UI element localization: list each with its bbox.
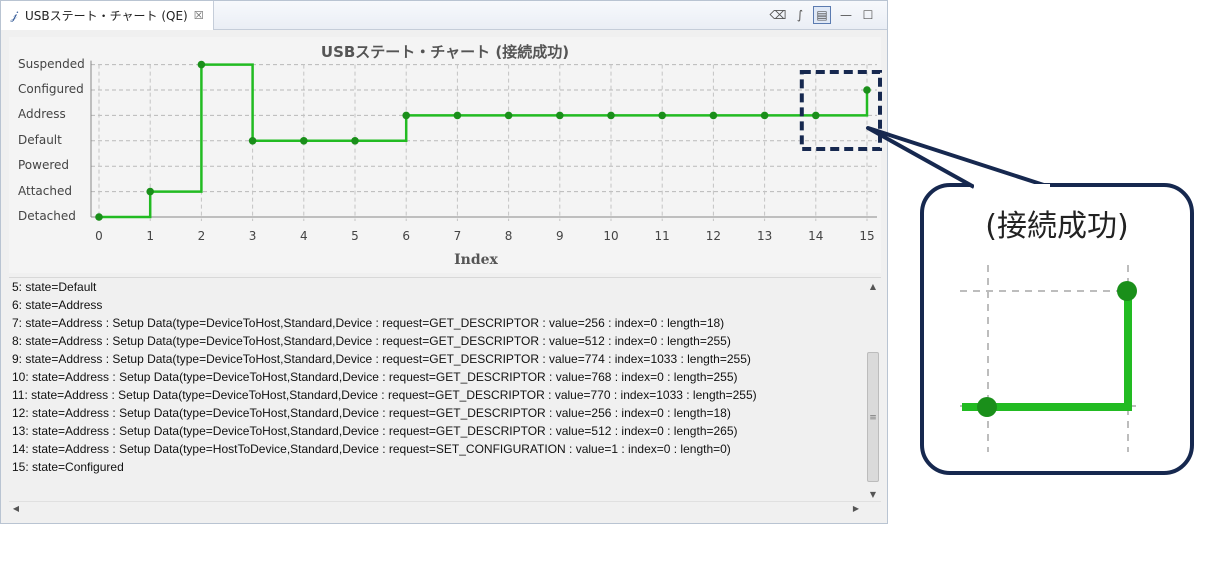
x-tick-label: 9 (555, 229, 564, 243)
x-tick-label: 14 (808, 229, 824, 243)
data-point (300, 137, 308, 145)
x-tick-label: 15 (859, 229, 875, 243)
zoom-series-line (962, 291, 1132, 411)
x-tick-label: 0 (95, 229, 103, 243)
data-point (863, 86, 871, 94)
x-tick-label: 13 (756, 229, 773, 243)
data-point (453, 111, 462, 120)
y-tick-label: Configured (18, 82, 84, 96)
data-point (146, 187, 154, 196)
x-tick-label: 8 (504, 229, 513, 243)
x-tick-label: 10 (603, 229, 619, 243)
y-tick-label: Attached (18, 183, 72, 198)
x-tick-label: 7 (453, 229, 462, 243)
zoom-data-point (977, 397, 997, 417)
x-tick-label: 2 (197, 229, 206, 243)
data-point (197, 60, 206, 69)
data-point (248, 137, 257, 145)
data-point (504, 111, 513, 120)
highlight-box (799, 70, 882, 151)
data-point (556, 111, 564, 120)
x-tick-label: 5 (351, 229, 359, 243)
y-tick-label: Address (18, 107, 66, 122)
callout-pointer (866, 126, 1051, 189)
y-tick-label: Suspended (18, 56, 85, 71)
data-point (760, 111, 769, 120)
x-axis-label: Index (454, 252, 498, 268)
data-point (607, 111, 615, 120)
data-point (95, 213, 103, 221)
data-point (812, 111, 820, 120)
y-tick-label: Default (18, 132, 62, 147)
x-tick-label: 1 (146, 229, 154, 243)
x-tick-label: 6 (402, 229, 410, 243)
data-point (402, 111, 411, 120)
y-tick-label: Detached (18, 209, 76, 223)
x-tick-label: 3 (248, 229, 257, 243)
y-tick-label: Powered (18, 158, 70, 173)
x-tick-label: 11 (654, 229, 670, 243)
data-point (709, 111, 718, 120)
data-point (658, 111, 666, 120)
chart-overlay (90, 60, 1142, 452)
x-tick-label: 12 (705, 229, 722, 243)
zoom-data-point (1117, 281, 1137, 301)
data-point (351, 137, 359, 145)
x-tick-label: 4 (299, 229, 308, 243)
